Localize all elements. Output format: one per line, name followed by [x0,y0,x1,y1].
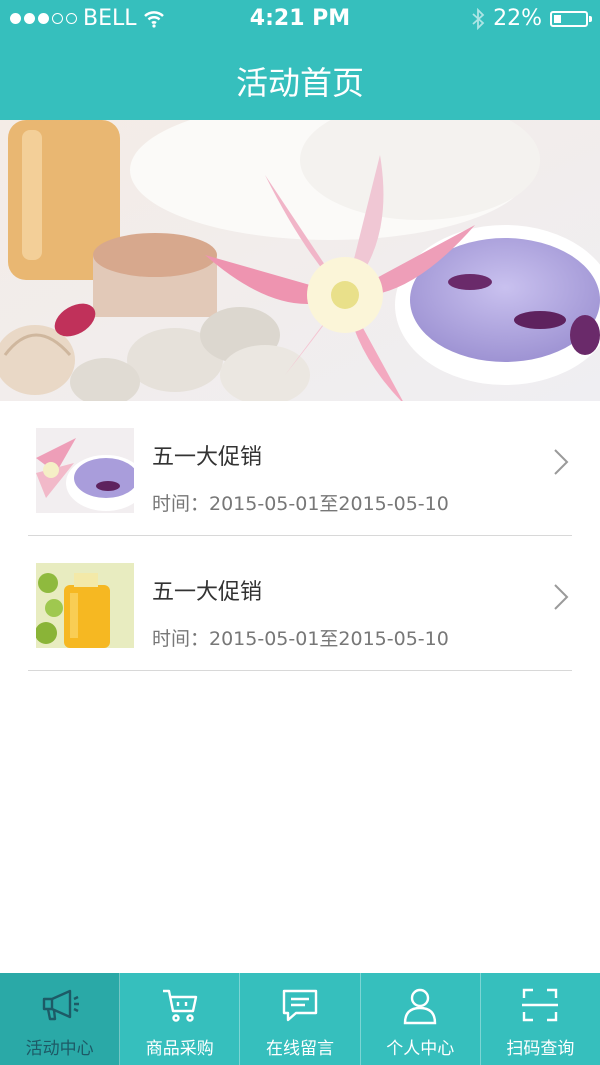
divider [28,670,572,671]
megaphone-icon [42,989,79,1021]
chevron-right-icon [554,584,569,610]
banner-image[interactable] [0,120,600,401]
user-icon [404,988,437,1025]
chevron-right-icon [554,449,569,475]
battery-icon [550,10,592,27]
top-bar: BELL 4:21 PM 22% 活动首页 [0,0,600,120]
tab-online-message[interactable]: 在线留言 [240,973,361,1065]
thumbnail-image [36,428,134,513]
tab-scan-query[interactable]: 扫码查询 [481,973,600,1065]
tab-label: 商品采购 [145,1039,214,1059]
promotion-list: 五一大促销 时间：2015-05-01至2015-05-10 五一大促销 时间：… [0,401,600,671]
promotion-time: 时间：2015-05-01至2015-05-10 [152,493,449,515]
tab-personal-center[interactable]: 个人中心 [361,973,481,1065]
cart-icon [162,989,197,1022]
tab-label: 个人中心 [386,1039,455,1059]
bottom-tab-bar: 活动中心 商品采购 在线留言 个人中心 扫码查询 [0,973,600,1065]
list-item[interactable]: 五一大促销 时间：2015-05-01至2015-05-10 [0,401,600,536]
tab-label: 活动中心 [25,1039,94,1059]
page-title: 活动首页 [235,64,364,102]
bluetooth-icon [472,7,485,30]
promotion-title: 五一大促销 [152,445,263,470]
tab-label: 在线留言 [266,1039,334,1059]
promotion-time: 时间：2015-05-01至2015-05-10 [152,628,449,650]
tab-activity-center[interactable]: 活动中心 [0,973,121,1065]
message-icon [282,989,318,1022]
scan-icon [522,988,559,1022]
battery-percentage: 22% [493,6,542,31]
list-item[interactable]: 五一大促销 时间：2015-05-01至2015-05-10 [0,536,600,671]
tab-product-purchase[interactable]: 商品采购 [120,973,241,1065]
status-bar: BELL 4:21 PM 22% [0,0,600,40]
thumbnail-image [36,563,134,648]
promotion-title: 五一大促销 [152,580,263,605]
tab-label: 扫码查询 [506,1039,575,1059]
